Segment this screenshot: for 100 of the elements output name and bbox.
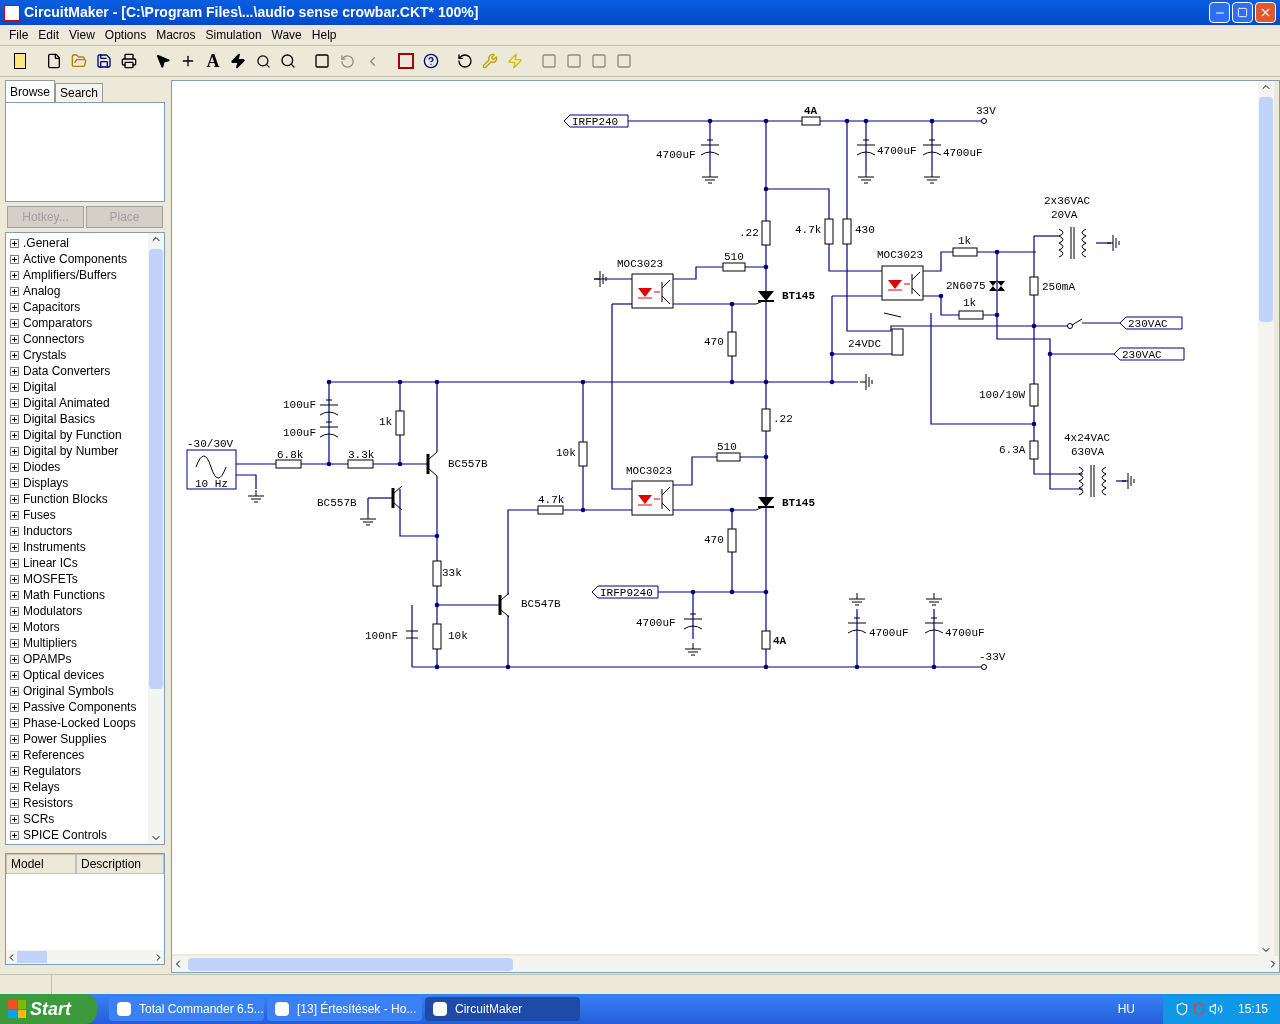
expand-icon[interactable] <box>10 654 19 664</box>
tree-item[interactable]: Amplifiers/Buffers <box>23 266 117 284</box>
expand-icon[interactable] <box>10 254 19 264</box>
horizontal-scrollbar[interactable] <box>172 956 1279 972</box>
tree-item[interactable]: Motors <box>23 618 60 636</box>
tree-item[interactable]: Relays <box>23 778 60 796</box>
expand-icon[interactable] <box>10 670 19 680</box>
expand-icon[interactable] <box>10 814 19 824</box>
menu-item[interactable]: Options <box>99 26 152 44</box>
expand-icon[interactable] <box>10 542 19 552</box>
expand-icon[interactable] <box>10 622 19 632</box>
tree-item[interactable]: Digital Basics <box>23 410 96 428</box>
expand-icon[interactable] <box>10 494 19 504</box>
menu-item[interactable]: File <box>4 26 34 44</box>
expand-icon[interactable] <box>10 782 19 792</box>
tree-item[interactable]: Fuses <box>23 506 56 524</box>
shield-icon[interactable] <box>1174 1002 1189 1016</box>
tree-item[interactable]: Diodes <box>23 458 61 476</box>
expand-icon[interactable] <box>10 286 19 296</box>
expand-icon[interactable] <box>10 638 19 648</box>
expand-icon[interactable] <box>10 702 19 712</box>
tree-item[interactable]: Power Supplies <box>23 730 107 748</box>
expand-icon[interactable] <box>10 238 19 248</box>
tree-item[interactable]: Digital Animated <box>23 394 110 412</box>
menu-item[interactable]: Wave <box>266 26 307 44</box>
tree-item[interactable]: Displays <box>23 474 69 492</box>
tree-item[interactable]: Original Symbols <box>23 682 114 700</box>
tree-item[interactable]: Connectors <box>23 330 85 348</box>
tree-item[interactable]: OPAMPs <box>23 650 72 668</box>
expand-icon[interactable] <box>10 414 19 424</box>
start-button[interactable]: Start <box>0 994 97 1024</box>
tree-item[interactable]: Capacitors <box>23 298 81 316</box>
tree-item[interactable]: Multipliers <box>23 634 77 652</box>
tree-item[interactable]: Math Functions <box>23 586 106 604</box>
tree-item[interactable]: Data Converters <box>23 362 111 380</box>
tree-item[interactable]: Regulators <box>23 762 82 780</box>
expand-icon[interactable] <box>10 398 19 408</box>
expand-icon[interactable] <box>10 590 19 600</box>
sidebar-tab[interactable]: Browse <box>5 80 55 102</box>
expand-icon[interactable] <box>10 606 19 616</box>
tree-item[interactable]: .General <box>23 234 70 252</box>
expand-icon[interactable] <box>10 830 19 840</box>
tree-item[interactable]: MOSFETs <box>23 570 78 588</box>
menu-item[interactable]: Edit <box>33 26 65 44</box>
expand-icon[interactable] <box>10 510 19 520</box>
taskbar-button[interactable]: Total Commander 6.5... <box>109 997 264 1021</box>
minimize-button[interactable] <box>1209 2 1230 23</box>
tree-item[interactable]: Optical devices <box>23 666 105 684</box>
expand-icon[interactable] <box>10 446 19 456</box>
expand-icon[interactable] <box>10 686 19 696</box>
expand-icon[interactable] <box>10 334 19 344</box>
volume-icon[interactable] <box>1208 1002 1223 1016</box>
menu-item[interactable]: Help <box>306 26 342 44</box>
expand-icon[interactable] <box>10 718 19 728</box>
tree-item[interactable]: Digital <box>23 378 57 396</box>
tree-item[interactable]: Analog <box>23 282 61 300</box>
tree-item[interactable]: Crystals <box>23 346 67 364</box>
expand-icon[interactable] <box>10 558 19 568</box>
tree-item[interactable]: Inductors <box>23 522 73 540</box>
expand-icon[interactable] <box>10 478 19 488</box>
expand-icon[interactable] <box>10 574 19 584</box>
tree-item[interactable]: References <box>23 746 85 764</box>
expand-icon[interactable] <box>10 430 19 440</box>
expand-icon[interactable] <box>10 798 19 808</box>
tree-item[interactable]: Linear ICs <box>23 554 78 572</box>
column-header[interactable]: Model <box>6 854 76 874</box>
taskbar-button[interactable]: CircuitMaker <box>425 997 580 1021</box>
tree-item[interactable]: SPICE Controls <box>23 826 108 844</box>
vertical-scrollbar[interactable] <box>148 233 164 844</box>
scroll-thumb[interactable] <box>1259 97 1273 322</box>
expand-icon[interactable] <box>10 270 19 280</box>
expand-icon[interactable] <box>10 318 19 328</box>
expand-icon[interactable] <box>10 462 19 472</box>
expand-icon[interactable] <box>10 526 19 536</box>
horizontal-scrollbar[interactable] <box>6 950 164 964</box>
maximize-button[interactable] <box>1232 2 1253 23</box>
taskbar-button[interactable]: [13] Értesítések - Ho... <box>267 997 422 1021</box>
tree-item[interactable]: Passive Components <box>23 698 137 716</box>
expand-icon[interactable] <box>10 350 19 360</box>
tree-item[interactable]: Active Components <box>23 250 128 268</box>
tree-item[interactable]: Comparators <box>23 314 93 332</box>
column-header[interactable]: Description <box>76 854 164 874</box>
tree-item[interactable]: Digital by Function <box>23 426 122 444</box>
tree-item[interactable]: Modulators <box>23 602 83 620</box>
expand-icon[interactable] <box>10 750 19 760</box>
tree-item[interactable]: Resistors <box>23 794 73 812</box>
tree-item[interactable]: Function Blocks <box>23 490 108 508</box>
menu-item[interactable]: View <box>64 26 100 44</box>
menu-item[interactable]: Macros <box>151 26 201 44</box>
language-indicator[interactable]: HU <box>1117 1000 1135 1018</box>
expand-icon[interactable] <box>10 734 19 744</box>
scroll-thumb[interactable] <box>17 951 47 963</box>
close-button[interactable] <box>1255 2 1276 23</box>
tree-item[interactable]: Digital by Number <box>23 442 119 460</box>
tree-item[interactable]: SCRs <box>23 810 55 828</box>
tree-item[interactable]: Phase-Locked Loops <box>23 714 136 732</box>
scroll-thumb[interactable] <box>188 957 513 971</box>
tree-item[interactable]: Instruments <box>23 538 86 556</box>
vertical-scrollbar[interactable] <box>1258 81 1274 956</box>
expand-icon[interactable] <box>10 302 19 312</box>
